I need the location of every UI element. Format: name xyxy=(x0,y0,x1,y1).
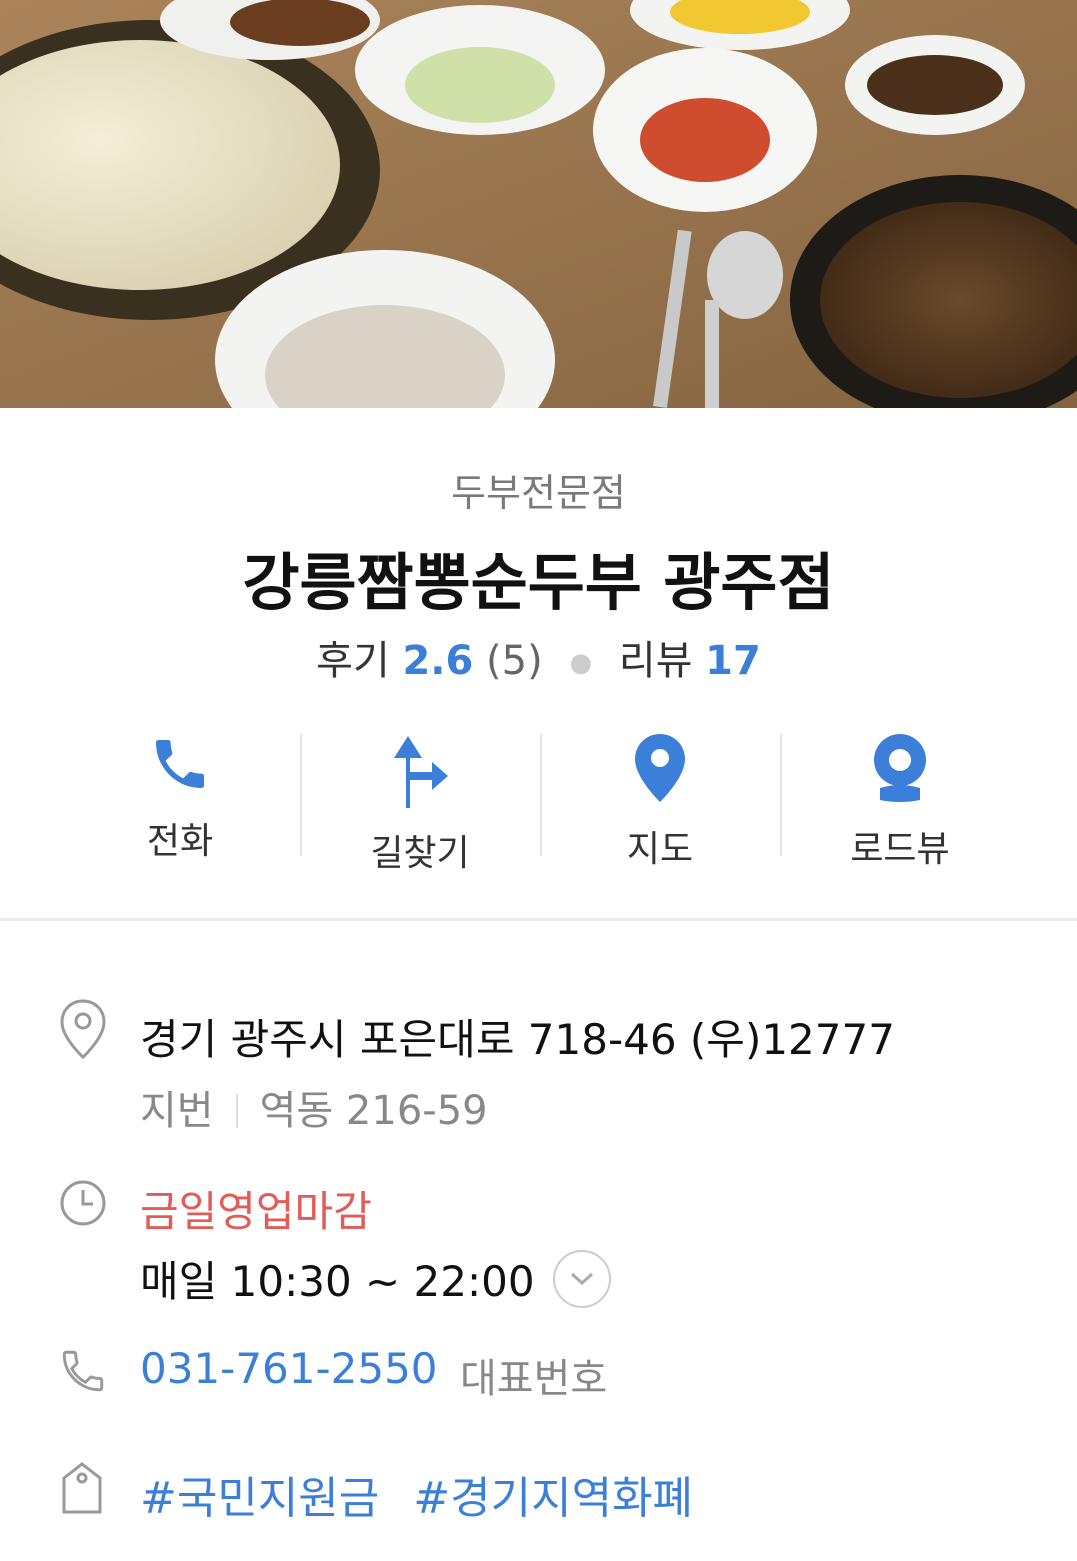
expand-hours-button[interactable] xyxy=(552,1249,611,1308)
hours-text: 매일 10:30 ~ 22:00 xyxy=(140,1257,535,1306)
blog-review-count: 17 xyxy=(705,638,761,684)
tag-item[interactable]: #경기지역화폐 xyxy=(413,1473,693,1524)
roadview-button[interactable]: 로드뷰 xyxy=(780,732,1020,870)
review-count: (5) xyxy=(486,638,543,684)
hero-photo[interactable] xyxy=(0,0,1077,408)
clock-icon xyxy=(58,1178,108,1232)
blog-review-label: 리뷰 xyxy=(618,638,693,684)
category-label: 두부전문점 xyxy=(451,471,626,515)
business-hours: 매일 10:30 ~ 22:00 xyxy=(140,1248,611,1309)
review-label: 후기 xyxy=(316,638,390,684)
address-text[interactable]: 경기 광주시 포은대로 718-46 (우)12777 xyxy=(140,1006,895,1067)
tag-icon xyxy=(58,1460,106,1520)
call-label: 전화 xyxy=(146,821,214,862)
tag-item[interactable]: #국민지원금 xyxy=(140,1473,379,1524)
directions-button[interactable]: 길찾기 xyxy=(300,732,540,874)
section-divider xyxy=(0,918,1077,921)
action-bar: 전화 길찾기 지도 로드뷰 xyxy=(60,732,1020,874)
tag-list: #국민지원금 #경기지역화폐 xyxy=(140,1462,727,1526)
map-label: 지도 xyxy=(626,829,694,870)
jibun-address: 지번 역동 216-59 xyxy=(140,1078,488,1136)
phone-number[interactable]: 031-761-2550 xyxy=(140,1344,438,1393)
phone-outline-icon xyxy=(58,1346,108,1400)
roadview-label: 로드뷰 xyxy=(850,829,950,870)
call-button[interactable]: 전화 xyxy=(60,732,300,862)
directions-icon xyxy=(388,732,452,808)
blog-review-link[interactable]: 리뷰 17 xyxy=(606,638,761,684)
business-status: 금일영업마감 xyxy=(140,1187,372,1236)
map-pin-icon xyxy=(632,732,688,804)
jibun-value: 역동 216-59 xyxy=(259,1088,488,1134)
roadview-icon xyxy=(870,732,930,804)
phone-icon xyxy=(148,732,212,796)
phone-type-label: 대표번호 xyxy=(460,1356,608,1402)
chevron-down-icon xyxy=(570,1272,593,1285)
directions-label: 길찾기 xyxy=(370,833,470,874)
jibun-label: 지번 xyxy=(140,1088,214,1134)
review-link[interactable]: 후기 2.6 (5) xyxy=(316,638,555,684)
ratings-summary: 후기 2.6 (5) ● 리뷰 17 xyxy=(0,628,1077,686)
review-score: 2.6 xyxy=(402,638,474,684)
map-button[interactable]: 지도 xyxy=(540,732,780,870)
place-title: 강릉짬뽕순두부 광주점 xyxy=(242,546,835,619)
jibun-separator xyxy=(235,1094,238,1128)
location-pin-icon xyxy=(58,998,108,1064)
separator-dot: ● xyxy=(569,648,593,678)
